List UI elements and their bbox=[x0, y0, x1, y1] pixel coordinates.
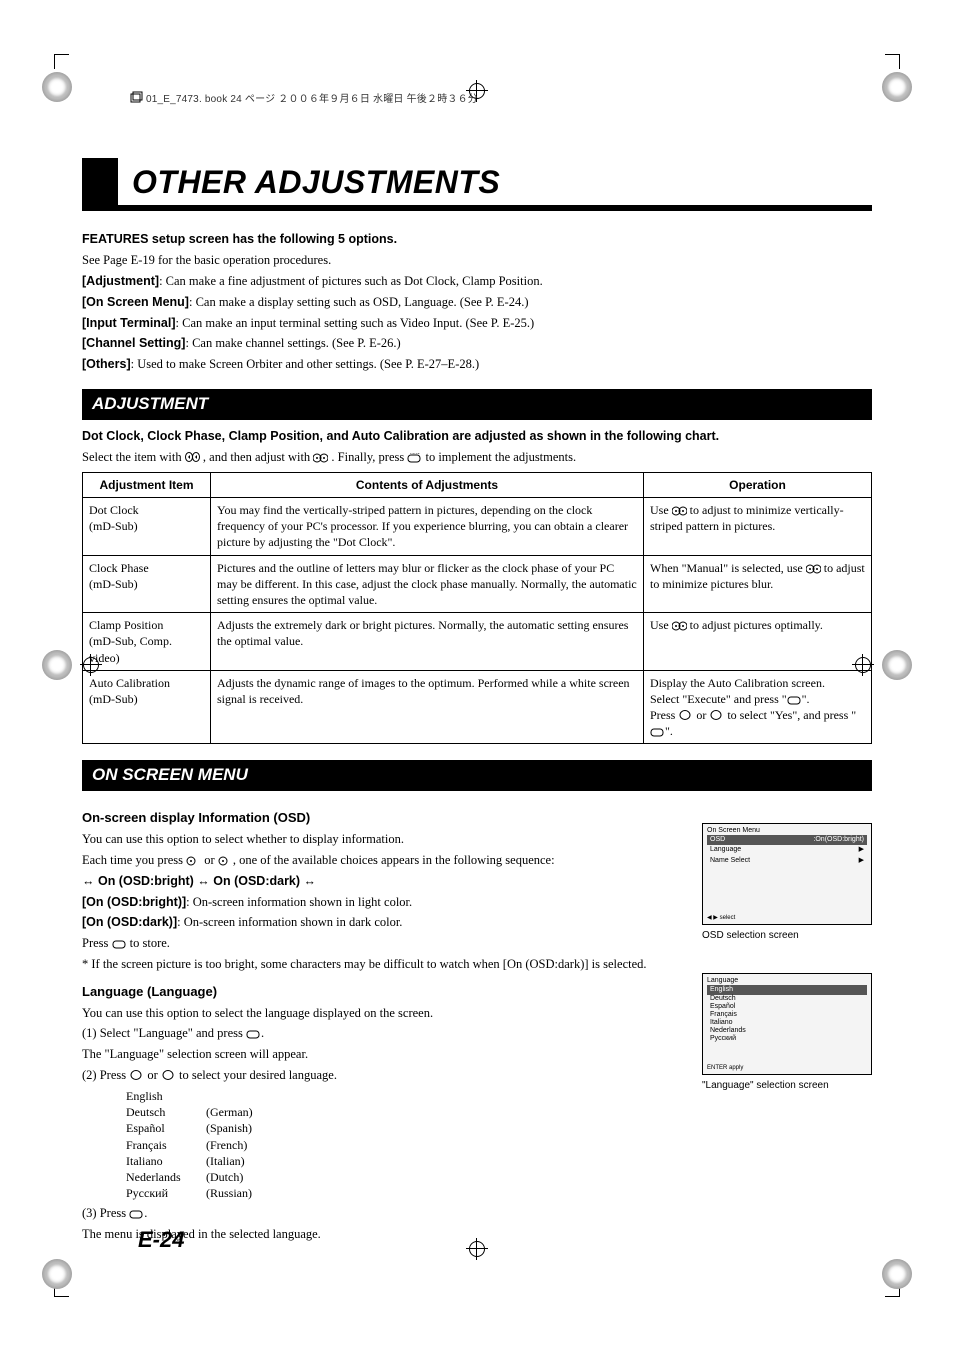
table-row: Clock Phase (mD-Sub) Pictures and the ou… bbox=[83, 555, 872, 613]
left-ellipse-icon bbox=[129, 1070, 144, 1080]
lang-substep: The "Language" selection screen will app… bbox=[82, 1046, 682, 1063]
col-header: Adjustment Item bbox=[83, 472, 211, 497]
lang-step: (3) Press . bbox=[82, 1205, 682, 1222]
right-ellipse-icon bbox=[709, 710, 724, 720]
language-list: English Deutsch(German) Español(Spanish)… bbox=[126, 1088, 682, 1201]
osd-store: Press to store. bbox=[82, 935, 682, 952]
page-number: E-24 bbox=[138, 1227, 184, 1253]
svg-text:ENTER: ENTER bbox=[410, 453, 420, 455]
language-selection-screen: Language English Deutsch Español Françai… bbox=[702, 973, 872, 1075]
feature-item: [Input Terminal]: Can make an input term… bbox=[82, 315, 872, 332]
registration-dot bbox=[42, 72, 72, 102]
features-heading: FEATURES setup screen has the following … bbox=[82, 231, 872, 248]
osd-note: * If the screen picture is too bright, s… bbox=[82, 956, 682, 973]
osd-box-title: Language bbox=[707, 977, 867, 985]
adjustment-table: Adjustment Item Contents of Adjustments … bbox=[82, 472, 872, 745]
osd-para: Each time you press or , one of the avai… bbox=[82, 852, 682, 869]
enter-button-icon: ENTER bbox=[407, 453, 422, 463]
enter-button-icon bbox=[650, 727, 665, 737]
osd-box-title: On Screen Menu bbox=[707, 827, 867, 835]
registration-cross bbox=[852, 654, 874, 676]
col-header: Contents of Adjustments bbox=[211, 472, 644, 497]
up-down-circle-icon bbox=[313, 453, 328, 463]
print-meta-header: 01_E_7473. book 24 ページ ２００６年９月６日 水曜日 午後２… bbox=[130, 90, 478, 105]
left-right-ellipse-icon bbox=[185, 452, 200, 462]
enter-button-icon bbox=[787, 695, 802, 705]
lang-step: (1) Select "Language" and press . bbox=[82, 1025, 682, 1042]
language-heading: Language (Language) bbox=[82, 983, 682, 1001]
registration-dot bbox=[42, 1259, 72, 1289]
registration-dot bbox=[42, 650, 72, 680]
lang-step: (2) Press or to select your desired lang… bbox=[82, 1067, 682, 1084]
table-row: Auto Calibration (mD-Sub) Adjusts the dy… bbox=[83, 670, 872, 744]
lang-para: You can use this option to select the la… bbox=[82, 1005, 682, 1022]
up-circle-icon bbox=[186, 856, 201, 866]
registration-dot bbox=[882, 72, 912, 102]
adjustment-intro-bold: Dot Clock, Clock Phase, Clamp Position, … bbox=[82, 428, 872, 445]
osd-heading: On-screen display Information (OSD) bbox=[82, 809, 682, 827]
enter-button-icon bbox=[246, 1029, 261, 1039]
osd-option: [On (OSD:bright)]: On-screen information… bbox=[82, 894, 682, 911]
feature-item: [On Screen Menu]: Can make a display set… bbox=[82, 294, 872, 311]
section-adjustment: ADJUSTMENT bbox=[82, 389, 872, 420]
section-on-screen-menu: ON SCREEN MENU bbox=[82, 760, 872, 791]
table-row: Dot Clock (mD-Sub) You may find the vert… bbox=[83, 498, 872, 556]
down-circle-icon bbox=[218, 856, 233, 866]
registration-cross bbox=[466, 1238, 488, 1260]
up-down-circle-icon bbox=[672, 621, 687, 631]
right-ellipse-icon bbox=[161, 1070, 176, 1080]
feature-item: [Adjustment]: Can make a fine adjustment… bbox=[82, 273, 872, 290]
osd-sequence: ↔ On (OSD:bright) ↔ On (OSD:dark) ↔ bbox=[82, 873, 682, 890]
adjustment-intro: Select the item with , and then adjust w… bbox=[82, 449, 872, 466]
osd-box-footer: ◀ ▶ select bbox=[707, 915, 735, 922]
osd-para: You can use this option to select whethe… bbox=[82, 831, 682, 848]
registration-cross bbox=[80, 654, 102, 676]
page-title-block: OTHER ADJUSTMENTS bbox=[82, 158, 872, 211]
page-title: OTHER ADJUSTMENTS bbox=[132, 158, 500, 205]
table-header-row: Adjustment Item Contents of Adjustments … bbox=[83, 472, 872, 497]
table-row: Clamp Position (mD-Sub, Comp. video) Adj… bbox=[83, 613, 872, 671]
feature-item: [Channel Setting]: Can make channel sett… bbox=[82, 335, 872, 352]
features-sub: See Page E-19 for the basic operation pr… bbox=[82, 252, 872, 269]
crop-mark bbox=[54, 54, 69, 69]
left-ellipse-icon bbox=[678, 710, 693, 720]
registration-dot bbox=[882, 1259, 912, 1289]
osd-selection-screen: On Screen Menu OSD:On(OSD:bright) Langua… bbox=[702, 823, 872, 925]
enter-button-icon bbox=[112, 939, 127, 949]
up-down-circle-icon bbox=[672, 506, 687, 516]
osd-box-footer: ENTER apply bbox=[707, 1065, 743, 1072]
osd-caption: OSD selection screen bbox=[702, 929, 872, 943]
crop-mark bbox=[885, 54, 900, 69]
osd-option: [On (OSD:dark)]: On-screen information s… bbox=[82, 914, 682, 931]
enter-button-icon bbox=[129, 1209, 144, 1219]
language-caption: "Language" selection screen bbox=[702, 1079, 872, 1093]
up-down-circle-icon bbox=[806, 564, 821, 574]
registration-dot bbox=[882, 650, 912, 680]
col-header: Operation bbox=[644, 472, 872, 497]
feature-item: [Others]: Used to make Screen Orbiter an… bbox=[82, 356, 872, 373]
